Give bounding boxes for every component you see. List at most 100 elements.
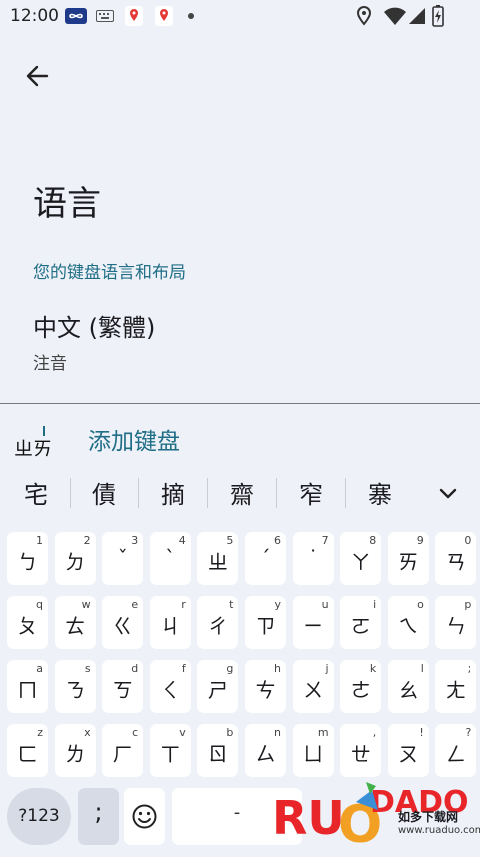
zhuyin-key[interactable]: 5ㄓ: [197, 532, 239, 585]
key-label: ˙: [308, 546, 319, 570]
key-label: ㄊ: [65, 614, 86, 638]
zhuyin-key[interactable]: ,ㄝ: [340, 724, 382, 777]
zhuyin-key[interactable]: ! ㄡ: [387, 724, 429, 777]
maps-pin-icon: [155, 6, 173, 26]
zhuyin-key[interactable]: rㄐ: [149, 596, 191, 649]
candidate-separator: [70, 478, 71, 508]
key-label: ㄈ: [17, 742, 38, 766]
zhuyin-key[interactable]: dㄎ: [102, 660, 144, 713]
key-label: ㄇ: [17, 678, 38, 702]
key-label: ㄛ: [350, 614, 371, 638]
key-label: ㄠ: [398, 678, 419, 702]
zhuyin-key[interactable]: cㄏ: [102, 724, 144, 777]
key-label: ㄢ: [445, 550, 466, 574]
zhuyin-key[interactable]: ? ㄥ: [435, 724, 477, 777]
zhuyin-key[interactable]: wㄊ: [54, 596, 96, 649]
divider: [0, 403, 480, 404]
zhuyin-key[interactable]: 4ˋ: [149, 532, 191, 585]
zhuyin-key[interactable]: nㄙ: [245, 724, 286, 777]
expand-candidates-button[interactable]: [432, 479, 464, 507]
zhuyin-key[interactable]: jㄨ: [292, 660, 334, 713]
arrow-left-icon: [26, 65, 49, 87]
key-label: ㄖ: [207, 742, 228, 766]
emoji-key[interactable]: [124, 788, 165, 845]
candidate-separator: [345, 478, 346, 508]
watermark-logo: RU O DADO 如多下载网 www.ruaduo.com: [270, 772, 480, 855]
candidate-item[interactable]: 摘: [141, 475, 205, 510]
status-time: 12:00: [10, 6, 59, 26]
text-cursor: [43, 426, 45, 436]
zhuyin-key[interactable]: gㄕ: [197, 660, 239, 713]
zhuyin-key[interactable]: 6ˊ: [245, 532, 286, 585]
zhuyin-key[interactable]: sㄋ: [54, 660, 96, 713]
zhuyin-keyboard: 宅 債 摘 齋 窄 寨 1 ㄅ 2 ㄉ 3 ˇ 4 ˋ 5 ㄓ 6 ˊ 7 ˙ 8 ㄚ 9 ㄞ 0 ㄢ q ㄆ w ㄊ e ㄍ r ㄐ…: [0, 463, 480, 855]
zhuyin-key[interactable]: vㄒ: [149, 724, 191, 777]
watermark-chinese: 如多下载网: [398, 810, 459, 824]
symbols-key[interactable]: ?123: [7, 788, 71, 845]
key-label: ˋ: [165, 546, 176, 570]
zhuyin-key[interactable]: zㄈ: [7, 724, 48, 777]
candidate-item[interactable]: 齋: [210, 475, 274, 510]
zhuyin-key[interactable]: qㄆ: [7, 596, 48, 649]
zhuyin-key[interactable]: 7 ˙: [292, 532, 334, 585]
zhuyin-key[interactable]: oㄟ: [387, 596, 429, 649]
key-label: ㄧ: [303, 614, 324, 638]
zhuyin-key[interactable]: mㄩ: [292, 724, 334, 777]
key-label: ㄙ: [255, 742, 276, 766]
key-label: ㄌ: [65, 742, 86, 766]
key-label: ㄜ: [350, 678, 371, 702]
key-label: ㄑ: [160, 678, 181, 702]
key-label: ˇ: [117, 546, 128, 570]
zhuyin-key[interactable]: kㄜ: [340, 660, 382, 713]
key-label: ㄓ: [207, 550, 228, 574]
emoji-icon: [132, 804, 157, 829]
infinity-app-icon: [65, 6, 87, 26]
language-layout: 注音: [33, 354, 67, 374]
candidate-item[interactable]: 宅: [4, 475, 68, 510]
zhuyin-key[interactable]: 2ㄉ: [54, 532, 96, 585]
candidate-item[interactable]: 窄: [279, 475, 343, 510]
candidate-item[interactable]: 債: [72, 475, 136, 510]
composing-text-box: ㄓㄞ: [0, 426, 70, 463]
watermark-url: www.ruaduo.com: [398, 825, 480, 836]
key-label: ㄨ: [303, 678, 324, 702]
zhuyin-key[interactable]: eㄍ: [102, 596, 144, 649]
signal-icon: [408, 6, 426, 26]
zhuyin-key[interactable]: 1ㄅ: [7, 532, 48, 585]
key-label: ㄅ: [17, 550, 38, 574]
zhuyin-key[interactable]: fㄑ: [149, 660, 191, 713]
zhuyin-key[interactable]: 3ˇ: [102, 532, 144, 585]
candidate-separator: [276, 478, 277, 508]
semicolon-key-label: ;: [94, 798, 103, 826]
key-label: ㄤ: [445, 678, 466, 702]
key-label: ㄟ: [398, 614, 419, 638]
zhuyin-key[interactable]: uㄧ: [292, 596, 334, 649]
key-label: ㄩ: [303, 742, 324, 766]
zhuyin-key[interactable]: hㄘ: [245, 660, 286, 713]
key-label: ㄘ: [255, 678, 276, 702]
language-name: 中文 (繁體): [33, 314, 156, 342]
composing-text: ㄓㄞ: [14, 438, 53, 460]
zhuyin-key[interactable]: pㄣ: [435, 596, 477, 649]
page-title: 语言: [33, 184, 101, 224]
battery-icon: [432, 5, 444, 27]
key-label: ㄗ: [255, 614, 276, 638]
add-keyboard-button[interactable]: 添加键盘: [88, 422, 180, 456]
back-button[interactable]: [20, 58, 56, 94]
language-list-item[interactable]: 中文 (繁體) 注音: [0, 300, 480, 380]
zhuyin-key[interactable]: 8ㄚ: [340, 532, 382, 585]
key-label: ㄡ: [398, 742, 419, 766]
zhuyin-key[interactable]: xㄌ: [54, 724, 96, 777]
zhuyin-key[interactable]: 9ㄞ: [387, 532, 429, 585]
zhuyin-key[interactable]: aㄇ: [7, 660, 48, 713]
zhuyin-key[interactable]: iㄛ: [340, 596, 382, 649]
zhuyin-key[interactable]: lㄠ: [387, 660, 429, 713]
zhuyin-key[interactable]: yㄗ: [245, 596, 286, 649]
candidate-item[interactable]: 寨: [348, 475, 412, 510]
zhuyin-key[interactable]: ; ㄤ: [435, 660, 477, 713]
semicolon-key[interactable]: ;: [78, 788, 119, 845]
zhuyin-key[interactable]: tㄔ: [197, 596, 239, 649]
section-header: 您的键盘语言和布局: [33, 263, 186, 283]
zhuyin-key[interactable]: bㄖ: [197, 724, 239, 777]
zhuyin-key[interactable]: 0ㄢ: [435, 532, 477, 585]
